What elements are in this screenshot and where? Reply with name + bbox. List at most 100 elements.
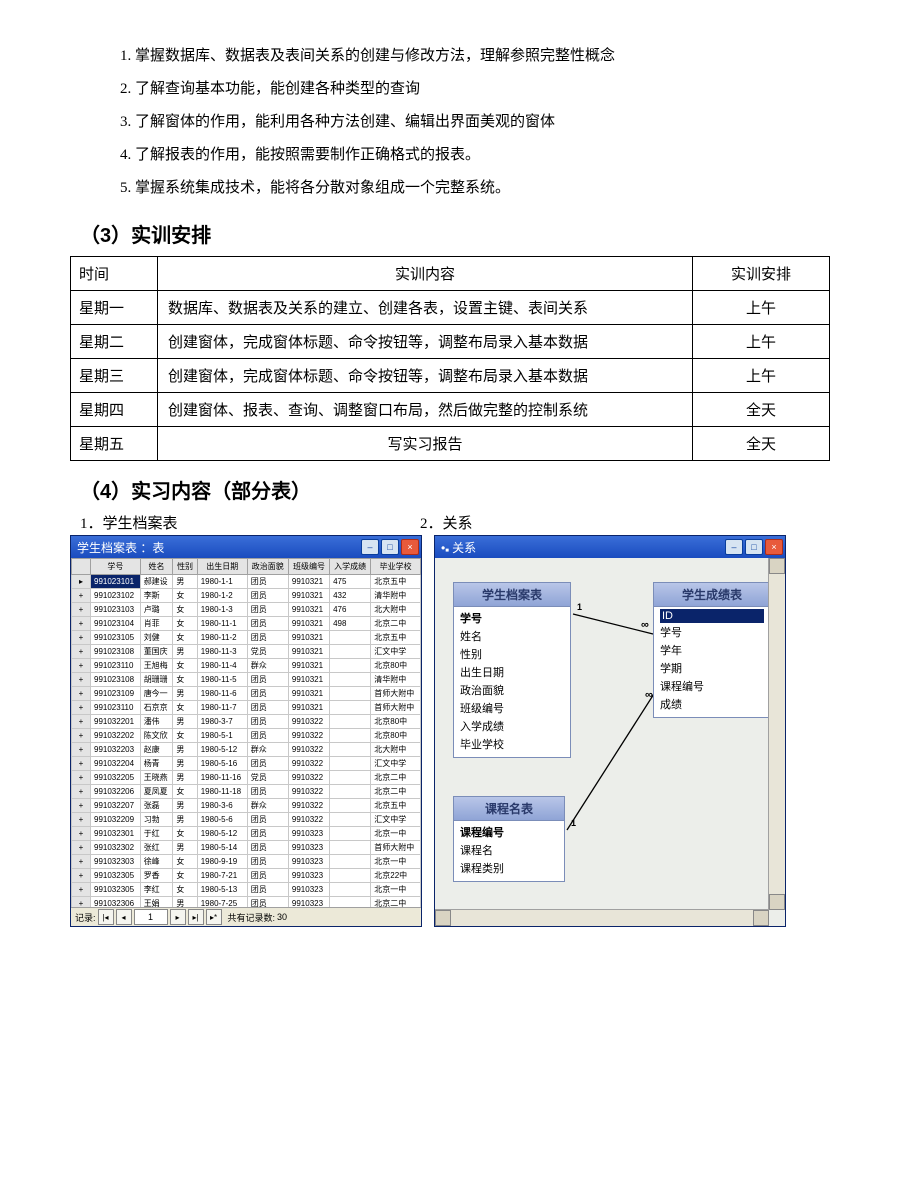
field-item[interactable]: 出生日期 [460, 663, 564, 681]
table-row[interactable]: +991023105刘健女1980-11-2团员9910321北京五中 [72, 631, 421, 645]
table-row[interactable]: +991023108胡珊珊女1980-11-5团员9910321清华附中 [72, 673, 421, 687]
row-selector[interactable]: + [72, 827, 91, 841]
field-item[interactable]: 性别 [460, 645, 564, 663]
row-selector[interactable]: + [72, 771, 91, 785]
field-item[interactable]: 课程编号 [460, 823, 558, 841]
datasheet-grid[interactable]: 学号姓名性别出生日期政治面貌班级编号入学成绩毕业学校▸991023101郝建设男… [71, 558, 421, 907]
field-item[interactable]: 班级编号 [460, 699, 564, 717]
datasheet-titlebar[interactable]: 学生档案表 ：表 – □ × [71, 536, 421, 558]
row-selector[interactable]: + [72, 855, 91, 869]
row-selector[interactable]: + [72, 869, 91, 883]
column-header[interactable]: 学号 [91, 559, 141, 575]
row-selector[interactable]: + [72, 701, 91, 715]
column-header[interactable]: 入学成绩 [330, 559, 371, 575]
record-navigator[interactable]: 记录: |◂ ◂ ▸ ▸| ▸* 共有记录数: 30 [71, 907, 421, 926]
row-selector[interactable]: + [72, 799, 91, 813]
relationship-canvas[interactable]: 1 ∞ 1 ∞ 学生档案表 学号姓名性别出生日期政治面貌班级编号入学成绩毕业学校… [435, 558, 785, 926]
row-selector[interactable]: + [72, 659, 91, 673]
row-selector[interactable]: + [72, 743, 91, 757]
table-row[interactable]: +991032201潘伟男1980-3-7团员9910322北京80中 [72, 715, 421, 729]
close-icon[interactable]: × [765, 539, 783, 555]
row-selector[interactable]: + [72, 729, 91, 743]
table-row[interactable]: +991023110石京京女1980-11-7团员9910321首师大附中 [72, 701, 421, 715]
table-row[interactable]: +991023110王旭梅女1980-11-4群众9910321北京80中 [72, 659, 421, 673]
column-header[interactable]: 政治面貌 [247, 559, 288, 575]
relationships-titlebar[interactable]: •■ 关系 – □ × [435, 536, 785, 558]
table-row[interactable]: +991032302张红男1980-5-14团员9910323首师大附中 [72, 841, 421, 855]
table-row[interactable]: +991023104肖菲女1980-11-1团员9910321498北京二中 [72, 617, 421, 631]
column-header[interactable]: 毕业学校 [371, 559, 421, 575]
table-row[interactable]: ▸991023101郝建设男1980-1-1团员9910321475北京五中 [72, 575, 421, 589]
field-item[interactable]: ID [660, 609, 764, 623]
nav-position[interactable] [134, 909, 168, 925]
field-item[interactable]: 课程类别 [460, 859, 558, 877]
row-selector[interactable]: + [72, 631, 91, 645]
nav-first-icon[interactable]: |◂ [98, 909, 114, 925]
table-box-course[interactable]: 课程名表 课程编号课程名课程类别 [453, 796, 565, 882]
field-item[interactable]: 毕业学校 [460, 735, 564, 753]
table-row[interactable]: +991032207张磊男1980-3-6群众9910322北京五中 [72, 799, 421, 813]
table-row[interactable]: +991032306王娟男1980-7-25团员9910323北京二中 [72, 897, 421, 908]
row-selector[interactable]: + [72, 687, 91, 701]
table-row[interactable]: +991032203赵康男1980-5-12群众9910322北大附中 [72, 743, 421, 757]
column-header[interactable]: 姓名 [140, 559, 173, 575]
field-item[interactable]: 学年 [660, 641, 764, 659]
row-selector[interactable]: + [72, 841, 91, 855]
scrollbar-horizontal[interactable] [435, 909, 769, 926]
table-row[interactable]: +991032202陈文欣女1980-5-1团员9910322北京80中 [72, 729, 421, 743]
row-selector[interactable]: + [72, 785, 91, 799]
row-selector[interactable]: + [72, 813, 91, 827]
minimize-icon[interactable]: – [361, 539, 379, 555]
field-item[interactable]: 课程名 [460, 841, 558, 859]
field-item[interactable]: 姓名 [460, 627, 564, 645]
row-selector[interactable]: + [72, 589, 91, 603]
table-row[interactable]: +991032205王晓燕男1980-11-16党员9910322北京二中 [72, 771, 421, 785]
table-row[interactable]: +991032305罗香女1980-7-21团员9910323北京22中 [72, 869, 421, 883]
schedule-table: 时间 实训内容 实训安排 星期一数据库、数据表及关系的建立、创建各表，设置主键、… [70, 256, 830, 461]
field-item[interactable]: 成绩 [660, 695, 764, 713]
table-box-student[interactable]: 学生档案表 学号姓名性别出生日期政治面貌班级编号入学成绩毕业学校 [453, 582, 571, 758]
field-item[interactable]: 学号 [660, 623, 764, 641]
nav-new-icon[interactable]: ▸* [206, 909, 222, 925]
row-selector[interactable]: + [72, 883, 91, 897]
nav-prev-icon[interactable]: ◂ [116, 909, 132, 925]
table-box-score[interactable]: 学生成绩表 ID学号学年学期课程编号成绩 [653, 582, 771, 718]
field-item[interactable]: 学号 [460, 609, 564, 627]
row-selector[interactable]: + [72, 757, 91, 771]
field-item[interactable]: 课程编号 [660, 677, 764, 695]
column-header[interactable]: 出生日期 [197, 559, 247, 575]
objective-item: 4. 了解报表的作用，能按照需要制作正确格式的报表。 [120, 139, 860, 172]
nav-last-icon[interactable]: ▸| [188, 909, 204, 925]
column-header[interactable]: 班级编号 [288, 559, 329, 575]
table-row[interactable]: +991032206夏凤夏女1980-11-18团员9910322北京二中 [72, 785, 421, 799]
row-selector[interactable]: + [72, 617, 91, 631]
field-item[interactable]: 入学成绩 [460, 717, 564, 735]
hdr-content: 实训内容 [158, 257, 693, 291]
row-selector[interactable]: ▸ [72, 575, 91, 589]
table-row[interactable]: +991032204杨青男1980-5-16团员9910322汇文中学 [72, 757, 421, 771]
row-selector[interactable]: + [72, 673, 91, 687]
table-row[interactable]: +991023108董国庆男1980-11-3党员9910321汇文中学 [72, 645, 421, 659]
table-row[interactable]: +991032303徐峰女1980-9-19团员9910323北京一中 [72, 855, 421, 869]
row-selector[interactable]: + [72, 897, 91, 908]
table-row[interactable]: +991032301于红女1980-5-12团员9910323北京一中 [72, 827, 421, 841]
nav-next-icon[interactable]: ▸ [170, 909, 186, 925]
table-row[interactable]: +991032305李红女1980-5-13团员9910323北京一中 [72, 883, 421, 897]
row-selector[interactable]: + [72, 645, 91, 659]
column-header[interactable]: 性别 [173, 559, 197, 575]
maximize-icon[interactable]: □ [745, 539, 763, 555]
scrollbar-vertical[interactable] [768, 558, 785, 910]
table-row[interactable]: +991032209习勃男1980-5-6团员9910322汇文中学 [72, 813, 421, 827]
field-item[interactable]: 学期 [660, 659, 764, 677]
table-row[interactable]: +991023102李斯女1980-1-2团员9910321432清华附中 [72, 589, 421, 603]
table-row: 星期一数据库、数据表及关系的建立、创建各表，设置主键、表间关系上午 [71, 291, 830, 325]
minimize-icon[interactable]: – [725, 539, 743, 555]
table-row[interactable]: +991023109唐今一男1980-11-6团员9910321首师大附中 [72, 687, 421, 701]
close-icon[interactable]: × [401, 539, 419, 555]
table-row[interactable]: +991023103卢璐女1980-1-3团员9910321476北大附中 [72, 603, 421, 617]
maximize-icon[interactable]: □ [381, 539, 399, 555]
nav-total-label: 共有记录数: [228, 911, 276, 924]
field-item[interactable]: 政治面貌 [460, 681, 564, 699]
row-selector[interactable]: + [72, 603, 91, 617]
row-selector[interactable]: + [72, 715, 91, 729]
